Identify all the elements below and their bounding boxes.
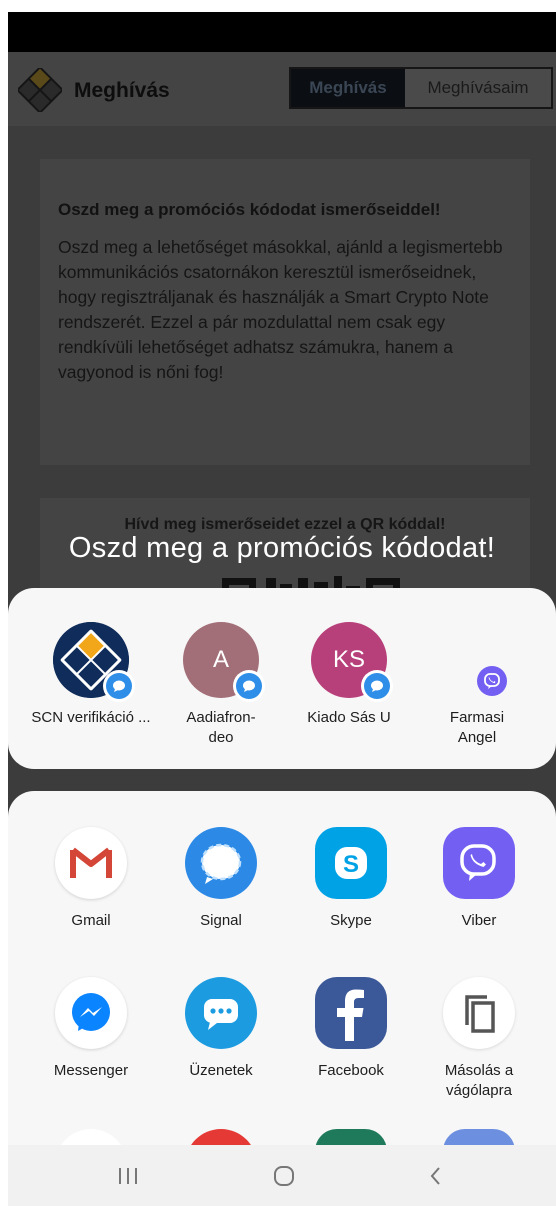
- signal-icon: [185, 827, 257, 899]
- messages-icon: [185, 977, 257, 1049]
- share-sheet-title: Oszd meg a promóciós kódodat!: [68, 532, 496, 564]
- recent-apps-icon[interactable]: [98, 1161, 158, 1191]
- share-app-viber[interactable]: Viber: [416, 827, 542, 931]
- direct-share-scn[interactable]: SCN verifikáció ...: [28, 622, 154, 728]
- direct-share-label: Aadiafron-deo: [186, 709, 256, 746]
- direct-share-panel: SCN verifikáció ... A Aadiafron-deo KS K…: [8, 588, 556, 769]
- promo-body: Oszd meg a lehetőséget másokkal, ajánld …: [58, 237, 503, 382]
- share-app-facebook[interactable]: Facebook: [288, 977, 414, 1081]
- share-app-gmail[interactable]: Gmail: [28, 827, 154, 931]
- app-label: Üzenetek: [189, 1062, 253, 1079]
- tab-bar: Meghívás Meghívásaim: [289, 67, 553, 109]
- status-bar: [8, 12, 556, 52]
- app-label: Gmail: [71, 912, 111, 929]
- share-app-messages[interactable]: Üzenetek: [158, 977, 284, 1081]
- direct-share-kiado[interactable]: KS Kiado Sás U: [286, 622, 412, 728]
- viber-icon: [477, 666, 507, 696]
- svg-text:S: S: [343, 851, 359, 878]
- app-label: Skype: [330, 912, 372, 929]
- app-label: Viber: [461, 912, 497, 929]
- app-label: Facebook: [318, 1062, 384, 1079]
- direct-share-label: Kiado Sás U: [307, 709, 391, 726]
- messages-badge-icon: [361, 670, 393, 702]
- app-label: Signal: [200, 912, 242, 929]
- viber-icon: [443, 827, 515, 899]
- app-label: Messenger: [53, 1062, 129, 1079]
- page-title: Meghívás: [74, 79, 170, 102]
- share-app-signal[interactable]: Signal: [158, 827, 284, 931]
- share-app-copy[interactable]: Másolás a vágólapra: [416, 977, 542, 1101]
- messages-badge-icon: [103, 670, 135, 702]
- messenger-icon: [55, 977, 127, 1049]
- phone-screen: Meghívás Meghívás Meghívásaim Oszd meg a…: [8, 12, 556, 1206]
- messages-badge-icon: [233, 670, 265, 702]
- app-share-panel: Gmail Signal S Skype Viber Messenger Üze…: [8, 791, 556, 1206]
- back-icon[interactable]: [406, 1161, 466, 1191]
- direct-share-aadiafron[interactable]: A Aadiafron-deo: [158, 622, 284, 748]
- tab-invite[interactable]: Meghívás: [291, 69, 405, 107]
- promo-heading: Oszd meg a promóciós kódodat ismerőseidd…: [58, 200, 441, 219]
- tab-my-invites[interactable]: Meghívásaim: [405, 69, 551, 107]
- skype-icon: S: [315, 827, 387, 899]
- share-app-messenger[interactable]: Messenger: [28, 977, 154, 1081]
- direct-share-farmasi[interactable]: Farmasi Angel: [414, 622, 540, 748]
- app-label: Másolás a vágólapra: [444, 1062, 514, 1099]
- facebook-icon: [315, 977, 387, 1049]
- home-icon[interactable]: [254, 1161, 314, 1191]
- navigation-bar: [8, 1145, 556, 1206]
- app-header: Meghívás Meghívás Meghívásaim: [8, 52, 556, 126]
- direct-share-label: Farmasi Angel: [449, 709, 505, 746]
- copy-icon: [443, 977, 515, 1049]
- app-logo-icon: [16, 66, 64, 114]
- direct-share-label: SCN verifikáció ...: [31, 709, 151, 726]
- gmail-icon: [55, 827, 127, 899]
- promo-card: Oszd meg a promóciós kódodat ismerőseidd…: [40, 159, 530, 465]
- share-app-skype[interactable]: S Skype: [288, 827, 414, 931]
